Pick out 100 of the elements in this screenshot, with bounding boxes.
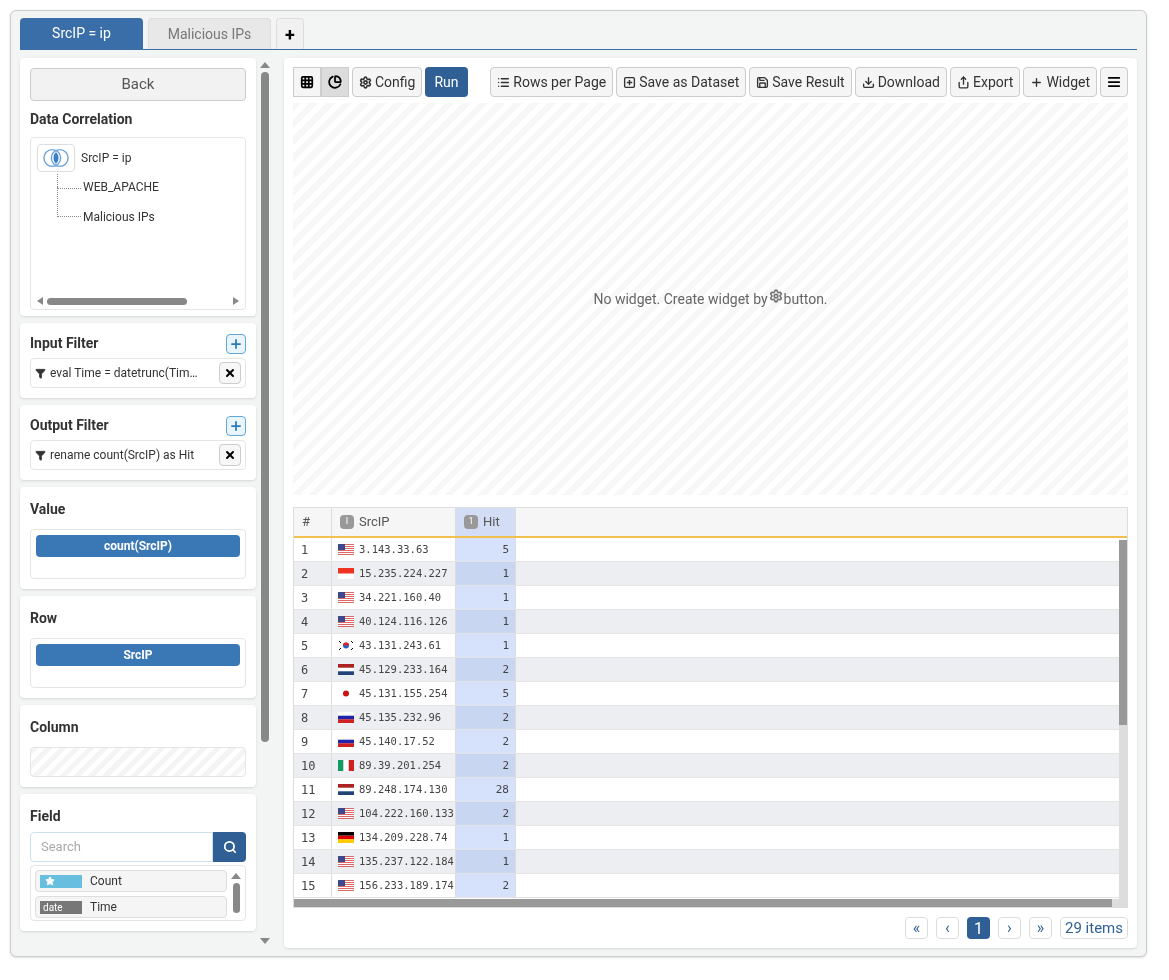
field-chip[interactable]: SrcIP: [36, 644, 240, 666]
close-icon: [224, 367, 236, 379]
menu-button[interactable]: [1100, 67, 1128, 97]
table-cell: 2: [294, 562, 332, 585]
table-cell-text: 3.143.33.63: [359, 541, 429, 557]
field-item[interactable]: Count: [35, 870, 227, 892]
type-badge: 1: [464, 515, 478, 529]
table-cell: 2: [456, 658, 516, 681]
field-name: Time: [90, 899, 117, 916]
run-button[interactable]: Run: [425, 67, 468, 97]
close-icon: [224, 449, 236, 461]
table-cell: 11: [294, 778, 332, 801]
pagination-button[interactable]: »: [1029, 917, 1052, 939]
list-icon: [497, 75, 511, 89]
toolbar-button[interactable]: Download: [854, 67, 947, 97]
tab[interactable]: SrcIP = ip: [20, 18, 143, 49]
tree-node[interactable]: SrcIP = ip: [81, 149, 132, 167]
search-field[interactable]: Search: [30, 832, 213, 862]
table-cell: 1: [294, 538, 332, 561]
empty-message: button.: [783, 289, 828, 309]
download-icon: [861, 75, 875, 89]
plus-icon: [229, 418, 243, 433]
toolbar-button[interactable]: Rows per Page: [490, 67, 614, 97]
table-cell: 4: [294, 610, 332, 633]
star-icon: [45, 876, 55, 886]
plus-square-icon: [623, 75, 637, 89]
table-cell-text: 89.248.174.130: [359, 781, 448, 797]
grid-icon: [300, 75, 314, 89]
table-cell: 3: [294, 586, 332, 609]
horizontal-scrollbar[interactable]: [37, 296, 239, 306]
horizontal-scrollbar[interactable]: [294, 899, 1127, 907]
back-button[interactable]: Back: [30, 68, 246, 101]
pagination-button[interactable]: ›: [998, 917, 1021, 939]
table-cell: 5: [456, 538, 516, 561]
table-cell: 10: [294, 754, 332, 777]
filter-icon: [35, 449, 46, 461]
pagination-button[interactable]: ‹: [936, 917, 959, 939]
table-cell-text: 135.237.122.184: [359, 853, 454, 869]
table-cell: 6: [294, 658, 332, 681]
section-title: Data Correlation: [30, 111, 133, 127]
venn-icon: [37, 144, 75, 172]
table-cell-text: 134.209.228.74: [359, 829, 448, 845]
table-cell: 1: [456, 562, 516, 585]
table-cell: 9: [294, 730, 332, 753]
item-count: 29 items: [1060, 917, 1128, 939]
section-title: Field: [30, 808, 61, 824]
table-cell: 1: [456, 634, 516, 657]
save-icon: [756, 75, 770, 89]
settings-icon: [768, 289, 783, 303]
field-chip[interactable]: count(SrcIP): [36, 535, 240, 557]
toolbar-button[interactable]: Widget: [1023, 67, 1097, 97]
pie-chart-icon: [328, 75, 342, 89]
chart-view-button[interactable]: [321, 67, 349, 97]
filter-text: rename count(SrcIP) as Hit: [50, 447, 195, 464]
tree-node[interactable]: Malicious IPs: [83, 208, 155, 226]
toolbar-button[interactable]: Save Result: [749, 67, 852, 97]
plus-icon: [1030, 75, 1044, 89]
table-cell-text: 45.129.233.164: [359, 661, 448, 677]
section-title: Input Filter: [30, 334, 99, 353]
toolbar-button[interactable]: Export: [950, 67, 1021, 97]
table-cell-text: 45.140.17.52: [359, 733, 435, 749]
search-icon: [222, 840, 237, 854]
page-button[interactable]: 1: [967, 917, 990, 939]
filter-icon: [35, 367, 46, 379]
remove-filter-button[interactable]: [219, 444, 241, 466]
tab[interactable]: Malicious IPs: [148, 18, 271, 49]
table-cell: 1: [456, 826, 516, 849]
field-item[interactable]: date Time: [35, 896, 227, 918]
menu-icon: [1107, 75, 1121, 89]
column-header[interactable]: #: [294, 508, 332, 536]
settings-icon: [359, 75, 372, 89]
table-cell-text: 15.235.224.227: [359, 565, 448, 581]
share-icon: [957, 75, 970, 89]
table-cell: 28: [456, 778, 516, 801]
table-cell: 1: [456, 610, 516, 633]
add-filter-button[interactable]: [226, 333, 246, 354]
table-cell: 12: [294, 802, 332, 825]
vertical-scrollbar[interactable]: [1119, 540, 1127, 899]
config-button[interactable]: Config: [352, 67, 423, 97]
add-tab-button[interactable]: +: [276, 18, 304, 49]
table-cell: 2: [456, 706, 516, 729]
table-cell: 2: [456, 802, 516, 825]
table-cell-text: 45.131.155.254: [359, 685, 448, 701]
remove-filter-button[interactable]: [219, 362, 241, 384]
grid-view-button[interactable]: [293, 67, 321, 97]
toolbar-button[interactable]: Save as Dataset: [616, 67, 747, 97]
type-badge: date: [40, 900, 82, 914]
table-cell: 5: [456, 682, 516, 705]
section-title: Column: [30, 719, 79, 735]
table-cell: 2: [456, 730, 516, 753]
tree-node[interactable]: WEB_APACHE: [83, 178, 159, 196]
add-filter-button[interactable]: [226, 415, 246, 436]
table-cell-text: 89.39.201.254: [359, 757, 442, 773]
table-cell-text: 34.221.160.40: [359, 589, 442, 605]
table-cell: 2: [456, 874, 516, 897]
filter-text: eval Time = datetrunc(Tim…: [50, 365, 198, 382]
table-cell-text: 156.233.189.174: [359, 877, 454, 893]
column-header[interactable]: 1 Hit: [456, 508, 516, 536]
search-button[interactable]: [213, 832, 246, 862]
pagination-button[interactable]: «: [905, 917, 928, 939]
